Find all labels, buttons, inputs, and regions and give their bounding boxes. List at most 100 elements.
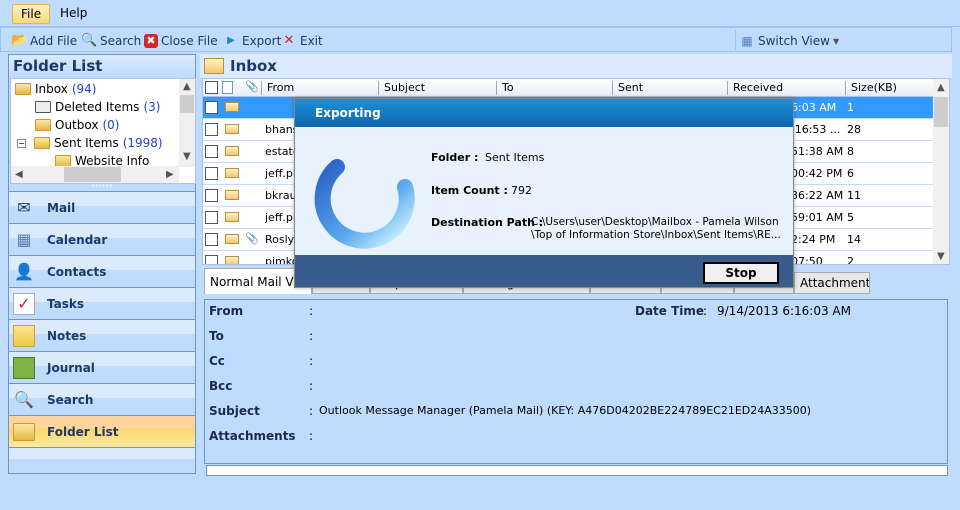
select-all-checkbox[interactable]: [205, 81, 218, 94]
exit-x-icon: ✕: [283, 33, 295, 48]
left-panel: Folder List Inbox (94) Deleted Items (3)…: [8, 54, 196, 474]
search-label: Search: [100, 34, 142, 48]
row-checkbox[interactable]: [205, 101, 218, 114]
menu-help[interactable]: Help: [52, 4, 95, 24]
column-received[interactable]: Received: [727, 81, 783, 95]
row-checkbox[interactable]: [205, 145, 218, 158]
scroll-down-icon[interactable]: ▼: [937, 251, 945, 262]
from-colon: :: [309, 304, 314, 318]
cell-size: 28: [847, 123, 861, 136]
subject-colon: :: [309, 404, 314, 418]
row-checkbox[interactable]: [205, 189, 218, 202]
cell-from: jeff.pl: [265, 167, 296, 180]
nav-empty-slot: [9, 447, 195, 473]
notes-icon: [13, 324, 35, 347]
scroll-thumb[interactable]: [180, 95, 194, 113]
column-to[interactable]: To: [496, 81, 514, 95]
document-icon: [222, 81, 233, 94]
scroll-up-icon[interactable]: ▲: [937, 82, 945, 93]
exit-button[interactable]: ✕ Exit: [281, 32, 323, 50]
scroll-left-icon[interactable]: ◀: [15, 169, 23, 180]
grid-vertical-scrollbar[interactable]: ▲ ▼: [933, 79, 949, 264]
grid-view-icon: ▦: [741, 34, 753, 48]
nav-contacts[interactable]: 👤 Contacts: [9, 255, 195, 287]
attachments-label: Attachments: [209, 429, 296, 443]
scroll-down-icon[interactable]: ▼: [183, 151, 191, 162]
folder-label: Inbox: [35, 82, 68, 96]
nav-label: Mail: [47, 200, 76, 215]
tab-attachments[interactable]: Attachments: [794, 272, 870, 294]
export-button[interactable]: ▶ Export: [223, 32, 281, 50]
row-checkbox[interactable]: [205, 233, 218, 246]
play-arrow-icon: ▶: [227, 35, 235, 46]
contacts-icon: 👤: [14, 262, 34, 281]
cell-size: 14: [847, 233, 861, 246]
datetime-colon: :: [703, 304, 708, 318]
envelope-open-icon: [225, 234, 239, 244]
close-file-icon: ✖: [144, 34, 158, 48]
nav-folder-list[interactable]: Folder List: [9, 415, 195, 447]
inbox-folder-icon: [15, 83, 31, 95]
close-file-button[interactable]: ✖ Close File: [144, 32, 218, 50]
scroll-thumb[interactable]: [64, 167, 121, 182]
dialog-footer: Stop: [295, 255, 793, 287]
envelope-open-icon: [225, 168, 239, 178]
switch-view-button[interactable]: ▦ Switch View ▼: [739, 32, 839, 50]
nav-label: Folder List: [47, 424, 119, 439]
scroll-thumb[interactable]: [934, 97, 948, 127]
nav-journal[interactable]: Journal: [9, 351, 195, 383]
folder-deleted-items[interactable]: Deleted Items (3): [35, 98, 160, 116]
folder-list-title: Folder List: [9, 55, 195, 77]
folder-count: (3): [143, 100, 161, 114]
tree-vertical-scrollbar[interactable]: ▲ ▼: [179, 79, 195, 167]
nav-calendar[interactable]: ▦ Calendar: [9, 223, 195, 255]
column-size[interactable]: Size(KB): [845, 81, 897, 95]
folder-inbox[interactable]: Inbox (94): [15, 80, 96, 98]
row-checkbox[interactable]: [205, 255, 218, 264]
nav-search[interactable]: 🔍 Search: [9, 383, 195, 415]
folder-label: Deleted Items: [55, 100, 140, 114]
item-count-value: 792: [511, 184, 532, 197]
destination-path-line1: C:\Users\user\Desktop\Mailbox - Pamela W…: [531, 216, 779, 228]
column-sent[interactable]: Sent: [612, 81, 643, 95]
folder-label: Outbox: [55, 118, 99, 132]
progress-spinner-icon: [314, 159, 415, 249]
dialog-body: Folder : Sent Items Item Count : 792 Des…: [295, 127, 793, 255]
journal-icon: [13, 356, 35, 379]
toolbar-separator: [735, 30, 736, 50]
search-button[interactable]: 🔍 Search: [81, 32, 141, 50]
cell-size: 6: [847, 167, 854, 180]
row-checkbox[interactable]: [205, 167, 218, 180]
subject-label: Subject: [209, 404, 260, 418]
nav-mail[interactable]: ✉ Mail: [9, 191, 195, 223]
tasks-checkmark-icon: ✓: [13, 292, 35, 315]
search-icon: 🔍: [81, 33, 98, 48]
dialog-title: Exporting: [295, 99, 793, 127]
tree-horizontal-scrollbar[interactable]: ◀ ▶: [11, 166, 179, 183]
cell-size: 2: [847, 255, 854, 265]
scroll-right-icon[interactable]: ▶: [166, 169, 174, 180]
collapse-icon[interactable]: −: [17, 138, 26, 148]
dropdown-arrow-icon: ▼: [832, 36, 840, 46]
row-checkbox[interactable]: [205, 123, 218, 136]
menu-file[interactable]: File: [12, 4, 51, 24]
nav-tasks[interactable]: ✓ Tasks: [9, 287, 195, 319]
scroll-up-icon[interactable]: ▲: [183, 81, 191, 92]
cell-received: 59:01 AM: [791, 211, 844, 224]
close-file-label: Close File: [161, 34, 218, 48]
cell-received: 6:03 AM: [791, 101, 837, 114]
add-file-button[interactable]: 📂 Add File: [11, 32, 77, 50]
folder-outbox[interactable]: Outbox (0): [35, 116, 119, 134]
column-subject[interactable]: Subject: [378, 81, 425, 95]
to-label: To: [209, 329, 224, 343]
detail-horizontal-scrollbar[interactable]: [206, 465, 948, 476]
add-file-label: Add File: [30, 34, 78, 48]
stop-button[interactable]: Stop: [703, 262, 779, 284]
column-from[interactable]: From: [261, 81, 294, 95]
envelope-open-icon: [225, 212, 239, 222]
folder-sent-items[interactable]: − Sent Items (1998): [17, 134, 163, 152]
nav-notes[interactable]: Notes: [9, 319, 195, 351]
cell-received: 00:42 PM: [791, 167, 843, 180]
row-checkbox[interactable]: [205, 211, 218, 224]
inbox-title: Inbox: [230, 57, 277, 75]
